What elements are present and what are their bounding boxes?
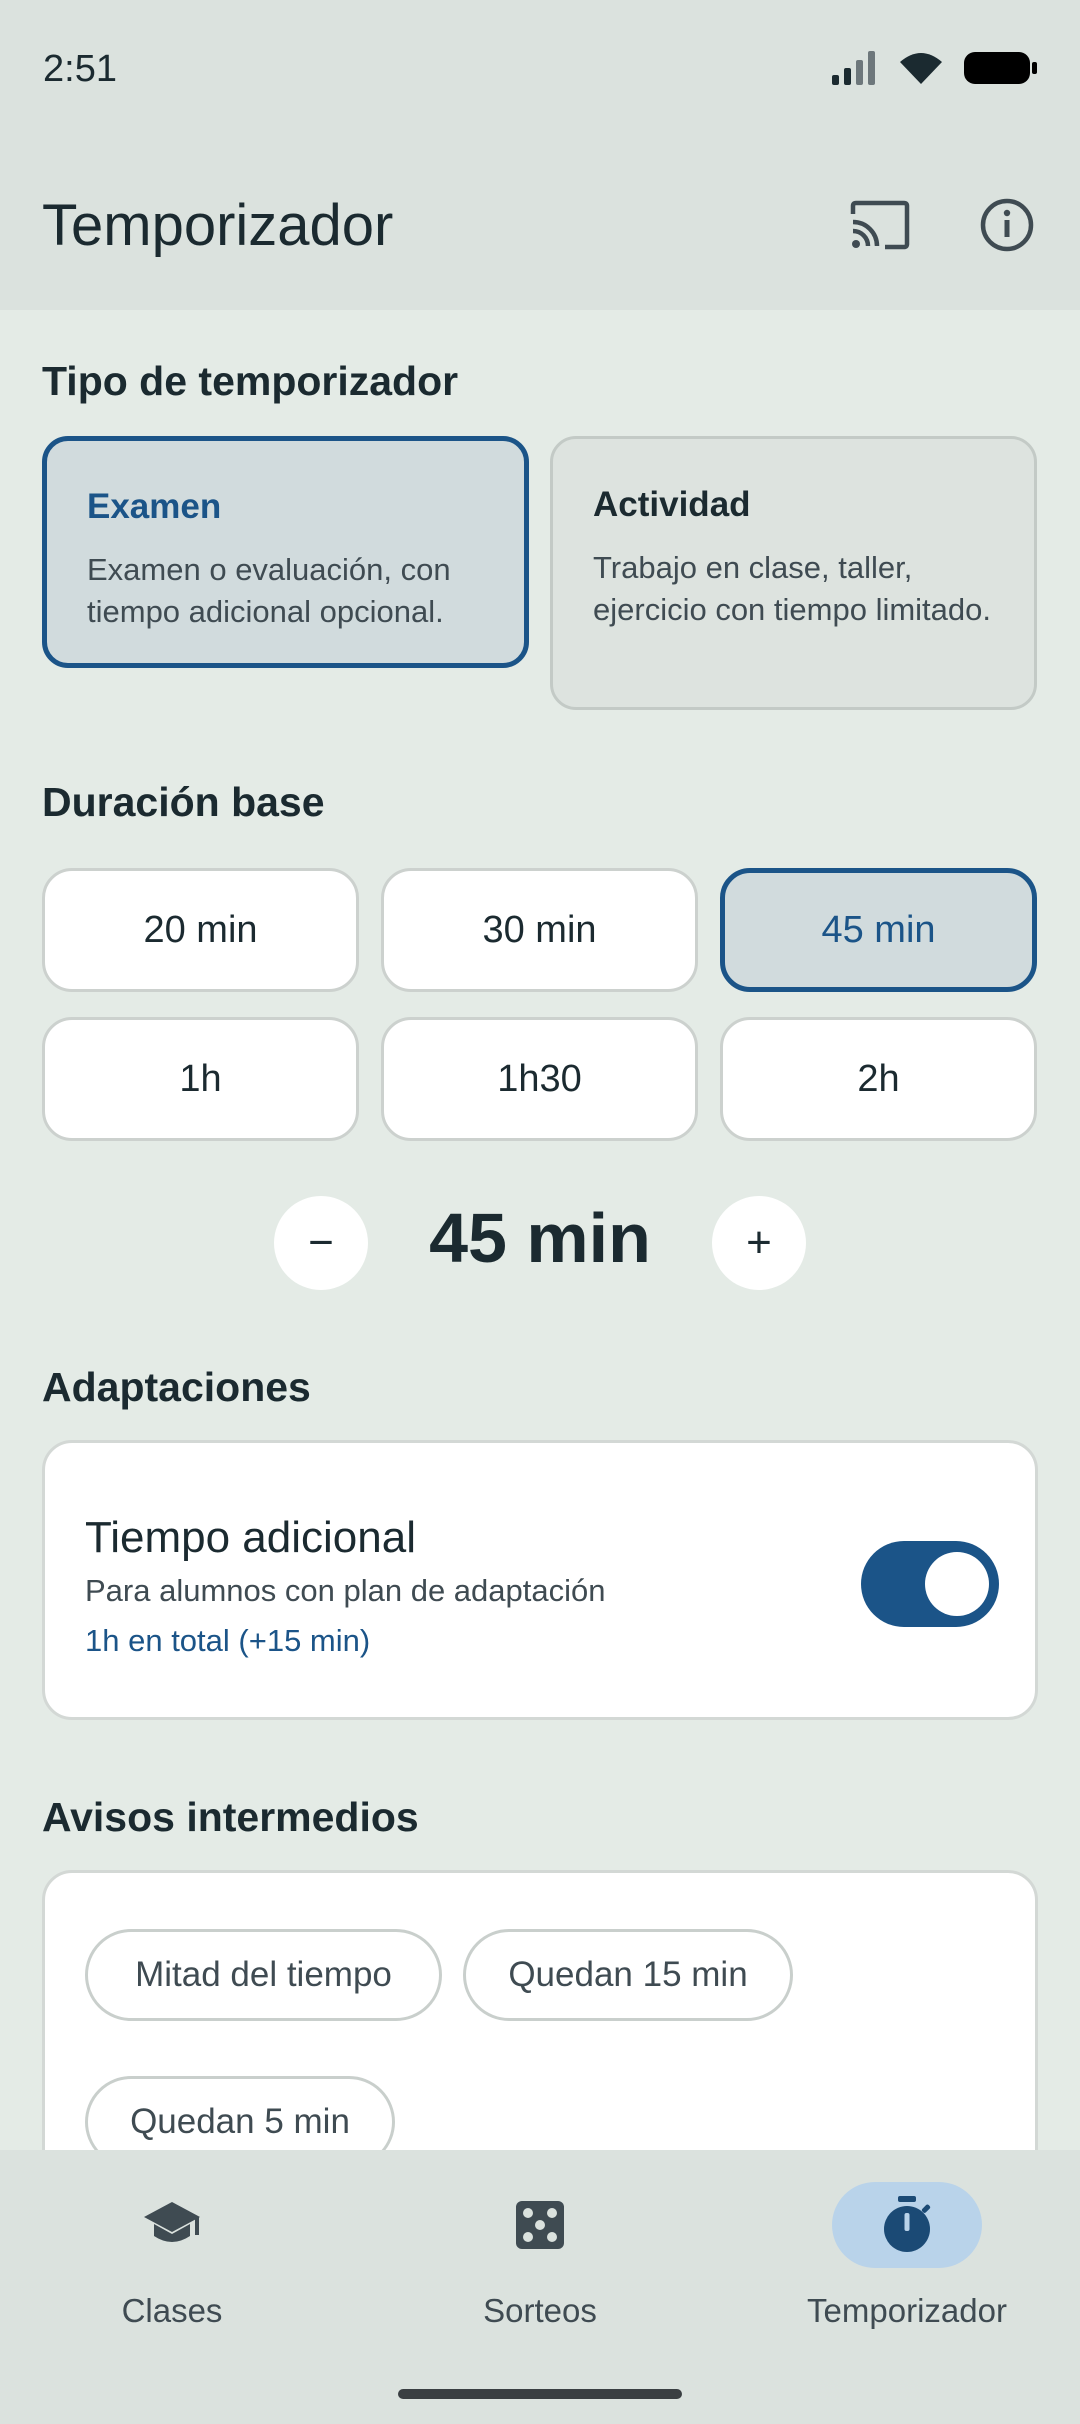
cast-icon [850, 200, 910, 250]
signal-icon [832, 51, 875, 85]
duration-option-30min[interactable]: 30 min [381, 868, 698, 992]
battery-icon [964, 52, 1037, 84]
timer-icon [884, 2196, 931, 2252]
bottom-navigation: Clases Sorteos Temporizador [0, 2150, 1080, 2424]
extra-time-subtitle: Para alumnos con plan de adaptación [85, 1573, 606, 1608]
status-time: 2:51 [43, 48, 117, 90]
timer-type-actividad[interactable]: Actividad Trabajo en clase, taller, ejer… [550, 436, 1037, 710]
extra-time-toggle[interactable] [861, 1541, 999, 1627]
nav-label-sorteos: Sorteos [483, 2292, 597, 2329]
nav-label-clases: Clases [121, 2292, 223, 2329]
nav-icon-container-active [832, 2182, 982, 2268]
page-title: Temporizador [42, 193, 394, 258]
duration-option-45min[interactable]: 45 min [720, 868, 1037, 992]
warnings-title: Avisos intermedios [42, 1794, 419, 1840]
nav-label-temporizador: Temporizador [807, 2292, 1007, 2329]
timer-type-actividad-description: Trabajo en clase, taller, ejercicio con … [593, 550, 992, 627]
timer-type-examen-title: Examen [87, 487, 222, 526]
adaptations-title: Adaptaciones [42, 1364, 311, 1410]
timer-type-title: Tipo de temporizador [42, 358, 459, 404]
duration-title: Duración base [42, 779, 325, 825]
nav-item-sorteos[interactable]: Sorteos [390, 2182, 690, 2362]
extra-time-card: Tiempo adicional Para alumnos con plan d… [42, 1440, 1038, 1720]
duration-option-1h30[interactable]: 1h30 [381, 1017, 698, 1141]
nav-item-clases[interactable]: Clases [22, 2182, 322, 2362]
extra-time-title: Tiempo adicional [85, 1513, 416, 1562]
warning-chip-half-time[interactable]: Mitad del tiempo [85, 1929, 442, 2021]
nav-item-temporizador[interactable]: Temporizador [757, 2182, 1057, 2362]
wifi-icon [900, 53, 942, 84]
school-icon [144, 2202, 200, 2242]
warning-chip-15-min[interactable]: Quedan 15 min [463, 1929, 793, 2021]
info-button[interactable] [962, 180, 1052, 270]
status-bar: 2:51 [0, 0, 1080, 140]
nav-icon-container [465, 2182, 615, 2268]
timer-type-examen-description: Examen o evaluación, con tiempo adiciona… [87, 552, 451, 629]
duration-value: 45 min [429, 1199, 651, 1277]
toggle-knob [925, 1552, 989, 1616]
timer-type-examen[interactable]: Examen Examen o evaluación, con tiempo a… [42, 436, 529, 668]
cast-button[interactable] [835, 180, 925, 270]
status-icons [832, 50, 1038, 86]
duration-option-2h[interactable]: 2h [720, 1017, 1037, 1141]
duration-option-1h[interactable]: 1h [42, 1017, 359, 1141]
increment-button[interactable]: + [712, 1196, 806, 1290]
duration-option-20min[interactable]: 20 min [42, 868, 359, 992]
decrement-button[interactable]: − [274, 1196, 368, 1290]
info-icon [980, 198, 1034, 252]
home-indicator[interactable] [398, 2389, 682, 2399]
timer-type-actividad-title: Actividad [593, 485, 751, 524]
app-bar: Temporizador [0, 140, 1080, 310]
nav-icon-container [97, 2182, 247, 2268]
extra-time-total: 1h en total (+15 min) [85, 1623, 371, 1658]
dice-icon [516, 2201, 564, 2249]
